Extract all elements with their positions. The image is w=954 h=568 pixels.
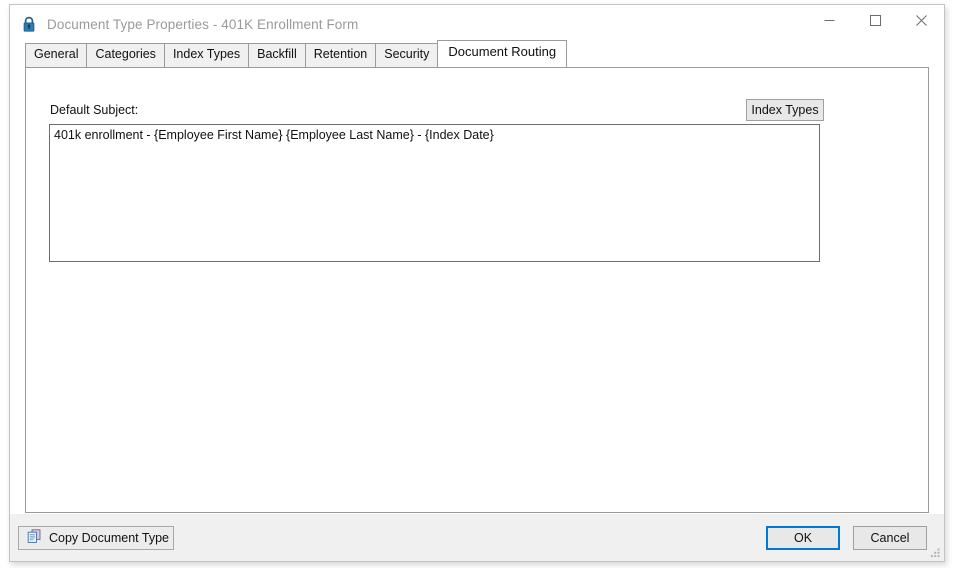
lock-icon <box>21 16 37 33</box>
tab-backfill[interactable]: Backfill <box>248 43 306 67</box>
resize-grip-icon[interactable] <box>929 546 941 558</box>
cancel-button[interactable]: Cancel <box>853 526 927 550</box>
tab-index-types[interactable]: Index Types <box>163 43 250 67</box>
tab-document-routing[interactable]: Document Routing <box>437 40 568 67</box>
window-titlebar[interactable]: Document Type Properties - 401K Enrollme… <box>10 5 944 43</box>
default-subject-label: Default Subject: <box>50 103 139 117</box>
window-controls <box>806 5 944 35</box>
tab-general[interactable]: General <box>25 43 88 67</box>
default-subject-input[interactable] <box>49 124 820 262</box>
index-types-button[interactable]: Index Types <box>746 99 824 121</box>
minimize-icon[interactable] <box>806 5 852 35</box>
tab-retention[interactable]: Retention <box>304 43 377 67</box>
window-title-main: Document Type Properties <box>47 16 209 32</box>
window-title-sub: - 401K Enrollment Form <box>208 16 359 32</box>
maximize-icon[interactable] <box>852 5 898 35</box>
copy-document-type-button[interactable]: Copy Document Type <box>18 526 174 550</box>
document-routing-panel: Default Subject: Index Types <box>25 67 929 513</box>
ok-button[interactable]: OK <box>766 526 840 550</box>
document-type-properties-window: Document Type Properties - 401K Enrollme… <box>9 4 945 562</box>
desktop-backdrop: Document Type Properties - 401K Enrollme… <box>0 0 954 568</box>
copy-document-type-label: Copy Document Type <box>49 531 169 545</box>
dialog-footer: Copy Document Type OK Cancel <box>10 513 944 561</box>
window-title: Document Type Properties - 401K Enrollme… <box>47 17 358 32</box>
tab-categories[interactable]: Categories <box>86 43 165 67</box>
tabstrip-container: General Categories Index Types Backfill … <box>10 40 944 67</box>
tab-security[interactable]: Security <box>375 43 439 67</box>
copy-documents-icon <box>27 529 42 547</box>
close-icon[interactable] <box>898 5 944 35</box>
tabstrip: General Categories Index Types Backfill … <box>25 40 568 67</box>
